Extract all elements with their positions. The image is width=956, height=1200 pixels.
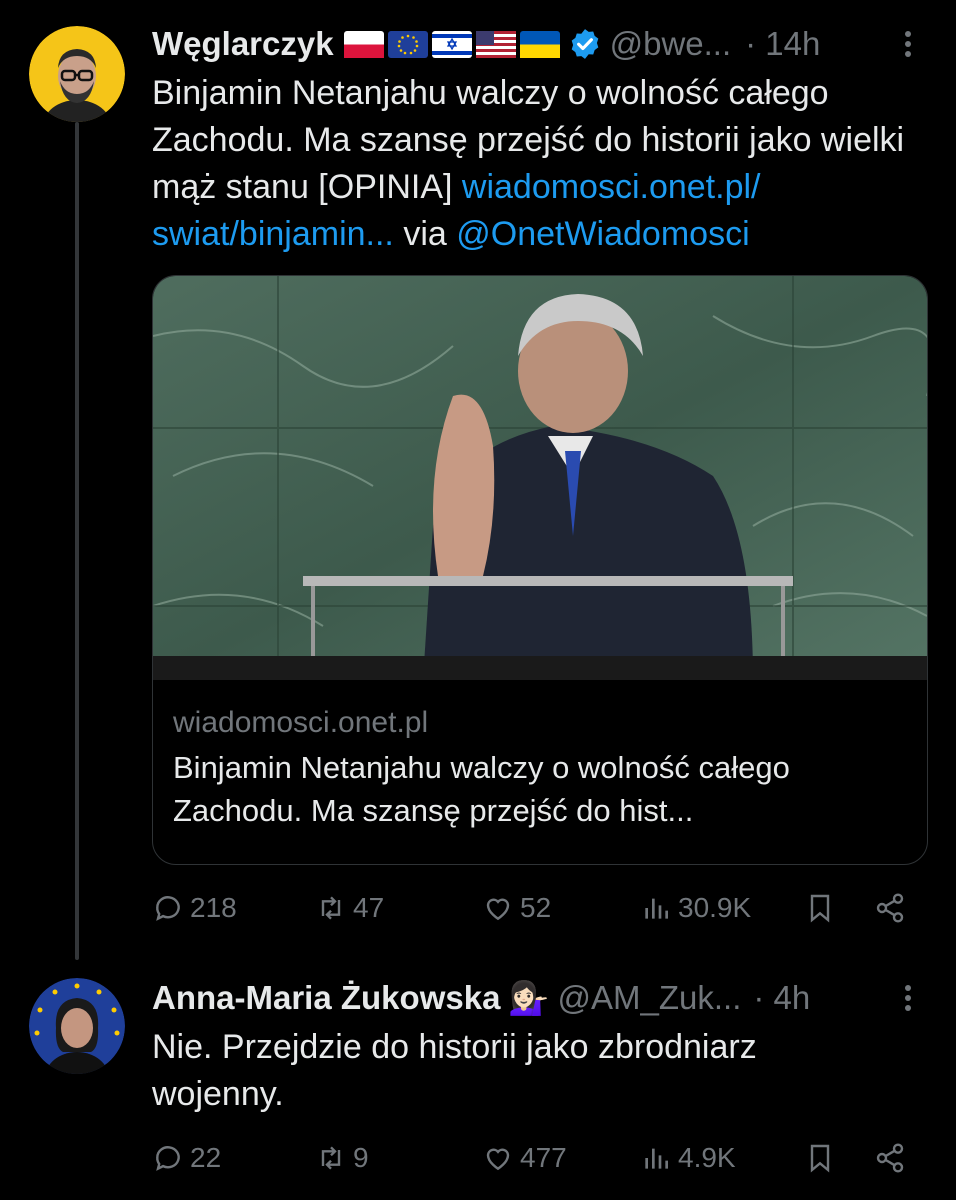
views-button[interactable]: 4.9K xyxy=(640,1142,736,1174)
more-options-icon xyxy=(905,985,911,1011)
display-name[interactable]: Anna-Maria Żukowska xyxy=(152,979,500,1017)
flag-poland-icon xyxy=(343,30,384,58)
views-count: 4.9K xyxy=(678,1142,736,1173)
views-chart-icon xyxy=(645,898,668,919)
handle[interactable]: @AM_Zuk... xyxy=(558,979,742,1017)
views-chart-icon xyxy=(645,1148,668,1169)
repost-icon xyxy=(321,1146,341,1170)
flag-eu-icon xyxy=(387,30,428,58)
heart-icon xyxy=(486,898,510,921)
bookmark-button[interactable] xyxy=(804,892,836,924)
repost-icon xyxy=(321,896,341,920)
like-button[interactable]: 477 xyxy=(482,1142,567,1174)
mention-link[interactable]: @OnetWiadomosci xyxy=(456,215,749,253)
share-button[interactable] xyxy=(874,892,906,924)
avatar-weglarczyk[interactable] xyxy=(29,26,125,122)
reply-actions-bar: 22 9 477 4.9K xyxy=(152,1142,926,1182)
more-options-icon xyxy=(905,31,911,57)
reply-count: 22 xyxy=(190,1142,222,1173)
timestamp[interactable]: · 4h xyxy=(753,979,810,1017)
reply-count: 218 xyxy=(190,892,237,923)
repost-button[interactable]: 47 xyxy=(315,892,384,924)
flag-usa-icon xyxy=(475,30,516,58)
reply-icon xyxy=(156,1146,180,1171)
tweet-text: Binjamin Netanjahu walczy o wolność całe… xyxy=(152,70,942,258)
flag-israel-icon xyxy=(431,30,472,58)
like-count: 52 xyxy=(520,892,552,923)
like-button[interactable]: 52 xyxy=(482,892,551,924)
link-preview-card[interactable]: wiadomosci.onet.pl Binjamin Netanjahu wa… xyxy=(152,275,928,865)
article-image xyxy=(153,276,927,680)
bookmark-button[interactable] xyxy=(804,1142,836,1174)
reply-button[interactable]: 218 xyxy=(152,892,237,924)
thread-connector-line xyxy=(75,122,79,960)
handle[interactable]: @bwe... xyxy=(610,25,732,63)
views-count: 30.9K xyxy=(678,892,752,923)
views-button[interactable]: 30.9K xyxy=(640,892,751,924)
timestamp[interactable]: · 14h xyxy=(745,25,820,63)
more-options-button[interactable] xyxy=(896,976,920,1020)
display-name[interactable]: Węglarczyk xyxy=(152,25,334,63)
bookmark-icon xyxy=(810,894,830,923)
emoji-badge: 💁🏻‍♀️ xyxy=(508,978,550,1016)
repost-button[interactable]: 9 xyxy=(315,1142,369,1174)
flag-emojis xyxy=(343,30,560,58)
share-button[interactable] xyxy=(874,1142,906,1174)
card-title: Binjamin Netanjahu walczy o wolność całe… xyxy=(173,750,790,828)
via-text: via xyxy=(393,215,457,253)
verified-badge-icon xyxy=(571,29,598,59)
like-count: 477 xyxy=(520,1142,567,1173)
flag-ukraine-icon xyxy=(519,30,560,58)
more-options-button[interactable] xyxy=(896,22,920,66)
tweet-actions-bar: 218 47 52 30.9K xyxy=(152,892,926,932)
repost-count: 47 xyxy=(353,892,385,923)
reply-tweet-text: Nie. Przejdzie do historii jako zbrodnia… xyxy=(152,1028,757,1113)
heart-icon xyxy=(486,1148,510,1171)
repost-count: 9 xyxy=(353,1142,369,1173)
share-icon xyxy=(876,1143,904,1173)
card-domain: wiadomosci.onet.pl xyxy=(173,706,429,739)
avatar-anna-maria-zukowska[interactable] xyxy=(29,978,125,1074)
tweet-header: Węglarczyk @bwe... · 14h xyxy=(152,22,926,66)
bookmark-icon xyxy=(810,1144,830,1173)
share-icon xyxy=(876,893,904,923)
reply-icon xyxy=(156,896,180,921)
reply-tweet-header: Anna-Maria Żukowska 💁🏻‍♀️ @AM_Zuk... · 4… xyxy=(152,976,926,1020)
reply-button[interactable]: 22 xyxy=(152,1142,221,1174)
